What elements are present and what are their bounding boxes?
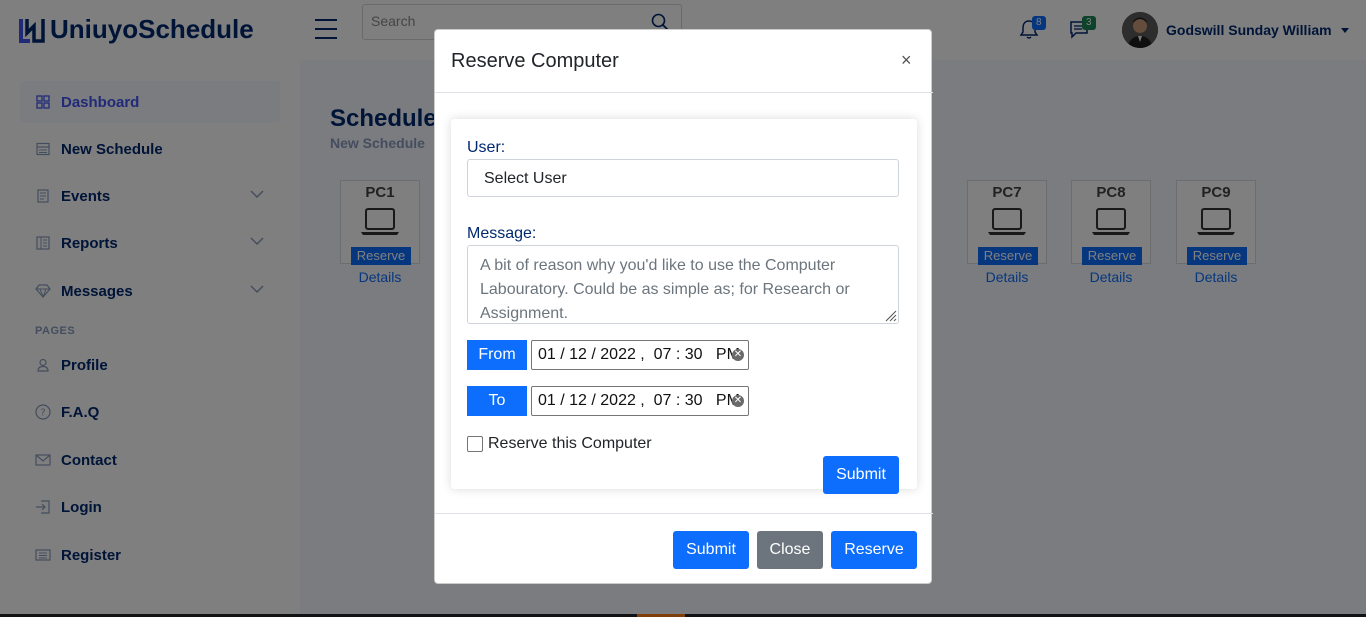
from-datetime-value: 01 / 12 / 2022 , 07 : 30 PM: [538, 346, 740, 363]
to-label: To: [467, 386, 527, 416]
to-datetime-input[interactable]: 01 / 12 / 2022 , 07 : 30 PM ✕: [531, 386, 749, 416]
close-icon[interactable]: ×: [901, 50, 912, 71]
modal-title: Reserve Computer: [451, 50, 619, 72]
from-datetime-input[interactable]: 01 / 12 / 2022 , 07 : 30 PM ✕: [531, 340, 749, 370]
clear-icon[interactable]: ✕: [732, 349, 744, 361]
divider: [435, 92, 933, 93]
reserve-form-card: User: Select User Message: A bit of reas…: [451, 119, 917, 494]
from-label: From: [467, 340, 527, 370]
user-label: User:: [467, 139, 506, 156]
footer-submit-button[interactable]: Submit: [673, 531, 749, 569]
reserve-checkbox-label[interactable]: Reserve this Computer: [488, 435, 652, 453]
close-button[interactable]: Close: [757, 531, 823, 569]
to-datetime-value: 01 / 12 / 2022 , 07 : 30 PM: [538, 392, 740, 409]
reserve-checkbox[interactable]: [467, 436, 483, 452]
message-textarea[interactable]: A bit of reason why you'd like to use th…: [467, 245, 899, 324]
user-select[interactable]: Select User: [467, 159, 899, 197]
clear-icon[interactable]: ✕: [732, 395, 744, 407]
resize-handle-icon[interactable]: [883, 308, 897, 322]
divider: [435, 513, 933, 514]
form-submit-button[interactable]: Submit: [823, 456, 899, 494]
reserve-button[interactable]: Reserve: [831, 531, 917, 569]
message-label: Message:: [467, 225, 537, 242]
reserve-computer-modal: Reserve Computer × User: Select User Mes…: [434, 29, 933, 584]
